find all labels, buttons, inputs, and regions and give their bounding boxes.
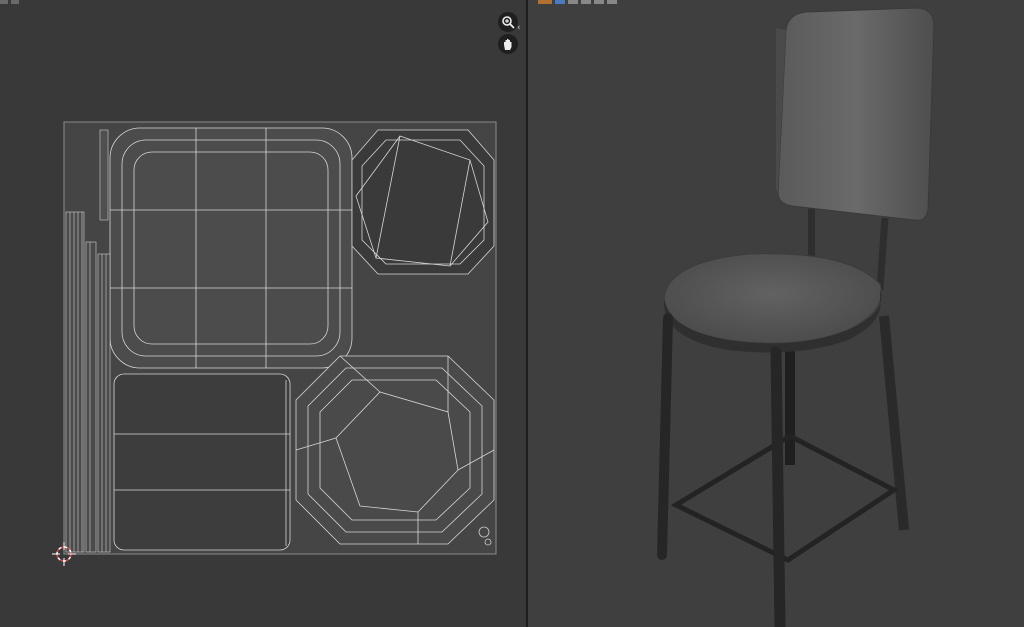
- leg-front-right: [770, 346, 786, 627]
- leg-back-right: [879, 315, 909, 531]
- uv-island-back-cap: [351, 129, 495, 275]
- uv-editor-area[interactable]: [0, 0, 526, 627]
- zoom-in-icon[interactable]: [498, 12, 518, 32]
- uv-island-backrest: [113, 373, 291, 551]
- backrest: [777, 7, 935, 221]
- hand-pan-icon[interactable]: [498, 34, 518, 54]
- 3d-viewport[interactable]: [528, 0, 1024, 627]
- uv-island-seat-bottom: [295, 355, 495, 545]
- backrest-support-left: [808, 205, 815, 260]
- uv-canvas[interactable]: [0, 0, 526, 627]
- bar-chair-model[interactable]: [528, 0, 1024, 627]
- chevron-left-icon[interactable]: ‹: [517, 23, 521, 33]
- leg-front-left: [657, 313, 673, 560]
- uv-island-seat-top: [109, 127, 353, 369]
